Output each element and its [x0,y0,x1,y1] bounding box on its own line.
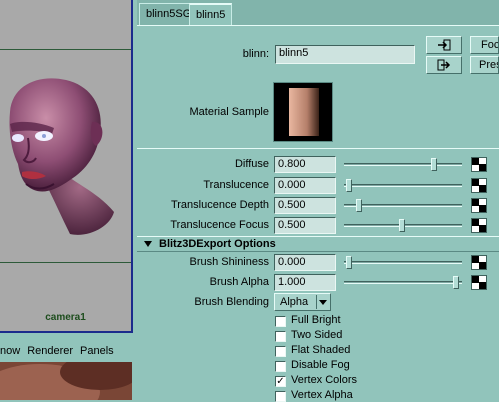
blitz3dexport-section-title: Blitz3DExport Options [159,238,276,250]
scroll-region-top-edge [137,148,499,149]
translucence-depth-slider-handle[interactable] [356,199,362,212]
disable-fog-label: Disable Fog [291,359,350,371]
viewport-grid-line-top [0,49,131,50]
tab-divider [137,25,499,26]
two-sided-checkbox[interactable] [275,331,286,342]
disable-fog-checkbox[interactable] [275,361,286,372]
brush-alpha-slider-track[interactable] [344,281,462,284]
output-arrow-icon [437,59,451,71]
node-tab-bar: blinn5SG blinn5 [137,0,499,26]
blitz3dexport-section-header[interactable]: Blitz3DExport Options [137,236,499,252]
brush-shininess-slider-handle[interactable] [346,256,352,269]
flat-shaded-checkbox[interactable] [275,346,286,357]
vertex-colors-checkbox[interactable]: ✓ [275,376,286,387]
diffuse-slider-track[interactable] [344,163,462,166]
translucence-focus-map-button[interactable] [471,218,487,233]
vertex-alpha-checkbox[interactable] [275,391,286,402]
menu-panels[interactable]: Panels [80,345,114,357]
translucence-depth-field[interactable]: 0.500 [274,197,336,214]
focus-button[interactable]: Foc [470,36,499,54]
translucence-map-button[interactable] [471,178,487,193]
presets-button[interactable]: Pres [470,56,499,74]
translucence-field[interactable]: 0.000 [274,177,336,194]
viewport-grid-line-bottom [0,262,131,263]
translucence-slider-track[interactable] [344,184,462,187]
perspective-viewport[interactable]: camera1 [0,0,133,333]
dropdown-arrow-icon [316,295,329,309]
brush-alpha-field[interactable]: 1.000 [274,274,336,291]
checkmark-icon: ✓ [276,376,285,387]
brush-shininess-label: Brush Shininess [189,256,270,268]
material-type-label: blinn: [242,48,269,60]
diffuse-slider-handle[interactable] [431,158,437,171]
two-sided-label: Two Sided [291,329,343,341]
brush-blending-value: Alpha [280,296,309,308]
diffuse-label: Diffuse [234,158,269,170]
translucence-slider-handle[interactable] [346,179,352,192]
translucence-depth-map-button[interactable] [471,198,487,213]
output-connections-button[interactable] [426,56,462,74]
brush-shininess-field[interactable]: 0.000 [274,254,336,271]
translucence-focus-slider-handle[interactable] [399,219,405,232]
attribute-editor: blinn5SG blinn5 blinn: blinn5 Foc Pres M… [137,0,499,402]
brush-shininess-map-button[interactable] [471,255,487,270]
translucence-focus-label: Translucence Focus [170,219,269,231]
input-arrow-icon [438,39,451,51]
character-head-model [9,78,114,235]
material-preview-image [289,88,319,136]
material-sample-swatch[interactable] [273,82,333,142]
diffuse-field[interactable]: 0.800 [274,156,336,173]
translucence-depth-label: Translucence Depth [170,199,269,211]
translucence-focus-field[interactable]: 0.500 [274,217,336,234]
skin-texture-preview [0,362,132,400]
brush-alpha-map-button[interactable] [471,275,487,290]
secondary-viewport-preview[interactable] [0,362,132,400]
vertex-alpha-label: Vertex Alpha [291,389,353,401]
brush-blending-dropdown[interactable]: Alpha [274,293,331,311]
translucence-label: Translucence [203,179,269,191]
viewport-panel: camera1 now Renderer Panels [0,0,134,400]
menu-renderer[interactable]: Renderer [27,345,73,357]
camera-label: camera1 [45,312,86,323]
tab-blinn5[interactable]: blinn5 [189,3,233,25]
menu-show[interactable]: now [0,345,20,357]
material-sample-label: Material Sample [189,106,269,118]
collapse-triangle-icon [144,241,152,247]
diffuse-map-button[interactable] [471,157,487,172]
panel-menu-bar: now Renderer Panels [0,342,134,360]
flat-shaded-label: Flat Shaded [291,344,351,356]
brush-alpha-label: Brush Alpha [209,276,269,288]
full-bright-label: Full Bright [291,314,341,326]
material-name-field[interactable]: blinn5 [275,45,415,64]
brush-shininess-slider-track[interactable] [344,261,462,264]
full-bright-checkbox[interactable] [275,316,286,327]
brush-alpha-slider-handle[interactable] [453,276,459,289]
brush-blending-label: Brush Blending [194,296,269,308]
input-connections-button[interactable] [426,36,462,54]
vertex-colors-label: Vertex Colors [291,374,358,386]
